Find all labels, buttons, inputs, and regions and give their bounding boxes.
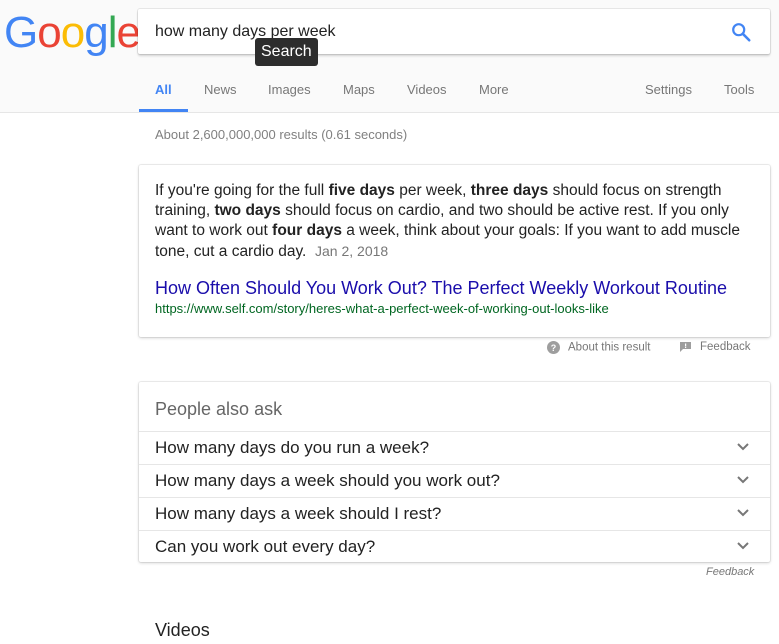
- featured-snippet: If you're going for the full five days p…: [139, 165, 770, 337]
- paa-heading: People also ask: [155, 399, 283, 419]
- result-stats: About 2,600,000,000 results (0.61 second…: [155, 127, 408, 142]
- search-icon[interactable]: [730, 21, 752, 43]
- search-box[interactable]: how many days per week: [138, 9, 770, 54]
- tab-videos[interactable]: Videos: [407, 82, 447, 97]
- snippet-text: If you're going for the full five days p…: [155, 182, 740, 260]
- paa-question[interactable]: How many days do you run a week?: [139, 431, 770, 464]
- tab-images[interactable]: Images: [268, 82, 311, 97]
- tab-more[interactable]: More: [479, 82, 509, 97]
- feedback-icon: [680, 342, 691, 352]
- snippet-url: https://www.self.com/story/heres-what-a-…: [155, 301, 609, 316]
- google-logo[interactable]: Google: [4, 8, 141, 58]
- tab-settings[interactable]: Settings: [645, 82, 692, 97]
- chevron-down-icon: [737, 542, 749, 550]
- search-tooltip: Search: [255, 38, 318, 66]
- paa-question[interactable]: How many days a week should I rest?: [139, 497, 770, 530]
- videos-heading: Videos: [155, 620, 210, 640]
- tab-maps[interactable]: Maps: [343, 82, 375, 97]
- tab-tools[interactable]: Tools: [724, 82, 754, 97]
- active-tab-indicator: [139, 109, 188, 112]
- snippet-date: Jan 2, 2018: [315, 243, 389, 259]
- paa-question[interactable]: Can you work out every day?: [139, 530, 770, 563]
- tab-bar: All News Images Maps Videos More Setting…: [0, 80, 779, 112]
- chevron-down-icon: [737, 443, 749, 451]
- snippet-title-link[interactable]: How Often Should You Work Out? The Perfe…: [155, 278, 727, 299]
- header: Google how many days per week Search All…: [0, 0, 779, 113]
- feedback-link[interactable]: Feedback: [679, 341, 751, 353]
- chevron-down-icon: [737, 476, 749, 484]
- tab-news[interactable]: News: [204, 82, 237, 97]
- paa-question[interactable]: How many days a week should you work out…: [139, 464, 770, 497]
- tab-all[interactable]: All: [155, 82, 172, 97]
- people-also-ask: People also ask How many days do you run…: [139, 382, 770, 562]
- chevron-down-icon: [737, 509, 749, 517]
- paa-feedback-link[interactable]: Feedback: [706, 566, 754, 578]
- about-this-result[interactable]: ? About this result: [547, 341, 650, 354]
- help-icon: ?: [547, 341, 560, 354]
- svg-text:?: ?: [551, 343, 557, 353]
